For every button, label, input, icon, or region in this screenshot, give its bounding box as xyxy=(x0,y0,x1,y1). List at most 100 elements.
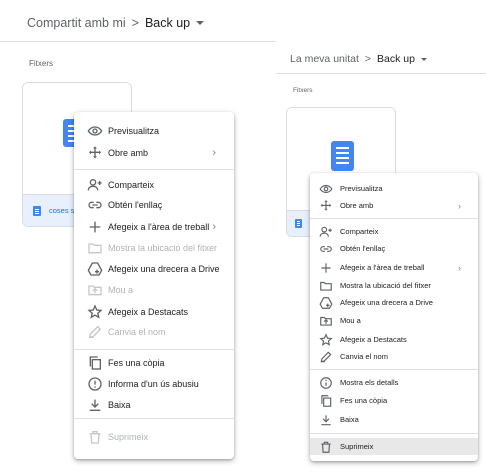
trash-icon xyxy=(87,429,103,445)
menu-item-label: Obtén l'enllaç xyxy=(108,200,163,210)
menu-item-label: Obre amb xyxy=(108,148,149,158)
eye-icon xyxy=(87,123,103,139)
menu-item-baixa[interactable]: Baixa xyxy=(74,395,234,415)
menu-divider xyxy=(74,349,234,350)
header-divider xyxy=(276,73,486,74)
menu-item-fes-una-copia[interactable]: Fes una còpia xyxy=(310,392,478,409)
left-panel: Compartit amb mi > Back up Fitxers coses… xyxy=(0,0,276,473)
menu-item-afegeix-a-destacats[interactable]: Afegeix a Destacats xyxy=(310,331,478,348)
menu-item-label: Mou a xyxy=(108,285,134,295)
menu-item-baixa[interactable]: Baixa xyxy=(310,411,478,428)
breadcrumb-current[interactable]: Back up xyxy=(377,53,415,65)
eye-icon xyxy=(319,182,333,196)
menu-item-previsualitza[interactable]: Previsualitza xyxy=(310,180,478,197)
context-menu: Previsualitza Obre amb › Comparteix Obtén l'… xyxy=(74,112,234,459)
menu-item-afegeix-a-destacats[interactable]: Afegeix a Destacats xyxy=(74,302,234,322)
menu-item-obten-l-enllac[interactable]: Obtén l'enllaç xyxy=(74,195,234,215)
chevron-right-icon: › xyxy=(458,200,461,211)
menu-item-label: Baixa xyxy=(340,415,359,424)
copy-icon xyxy=(87,355,103,371)
menu-item-canvia-el-nom[interactable]: Canvia el nom xyxy=(310,348,478,365)
section-label-files: Fitxers xyxy=(293,87,313,94)
star-icon xyxy=(87,304,103,320)
info-icon xyxy=(319,376,333,390)
folder-icon xyxy=(319,279,333,293)
menu-item-canvia-el-nom[interactable]: Canvia el nom xyxy=(74,322,234,342)
menu-item-label: Afegeix a Destacats xyxy=(340,335,407,344)
star-icon xyxy=(319,332,333,347)
chevron-right-icon: › xyxy=(212,147,216,159)
menu-item-afegeix-a-l-area-de-treball[interactable]: Afegeix a l'àrea de treball › xyxy=(74,217,234,237)
pencil-icon xyxy=(87,324,103,340)
menu-item-mou-a[interactable]: Mou a xyxy=(74,280,234,300)
menu-item-label: Fes una còpia xyxy=(108,358,165,368)
breadcrumb: Compartit amb mi > Back up xyxy=(27,16,205,30)
menu-item-obten-l-enllac[interactable]: Obtén l'enllaç xyxy=(310,240,478,257)
move-to-icon xyxy=(87,282,103,298)
download-icon xyxy=(319,413,333,427)
menu-item-label: Afegeix a l'àrea de treball xyxy=(108,222,210,232)
drive-shortcut-icon xyxy=(319,296,333,310)
menu-item-suprimeix[interactable]: Suprimeix xyxy=(74,427,234,447)
menu-item-mostra-la-ubicacio-del-fitxer[interactable]: Mostra la ubicació del fitxer xyxy=(310,277,478,294)
menu-divider xyxy=(74,169,234,170)
move-arrows-icon xyxy=(319,199,333,213)
menu-item-label: Mostra la ubicació del fitxer xyxy=(108,243,218,253)
breadcrumb-parent[interactable]: Compartit amb mi xyxy=(27,16,126,30)
folder-icon xyxy=(87,240,103,256)
menu-item-label: Fes una còpia xyxy=(340,396,388,405)
menu-item-label: Afegeix a Destacats xyxy=(108,307,189,317)
menu-item-informa-d-un-us-abusiu[interactable]: Informa d'un ús abusiu xyxy=(74,374,234,394)
report-icon xyxy=(87,376,103,392)
menu-item-mostra-la-ubicacio-del-fitxer[interactable]: Mostra la ubicació del fitxer xyxy=(74,238,234,258)
menu-item-label: Suprimeix xyxy=(108,432,149,442)
add-person-icon xyxy=(319,225,333,239)
menu-item-label: Canvia el nom xyxy=(340,352,388,361)
menu-item-label: Comparteix xyxy=(340,227,379,236)
menu-item-label: Suprimeix xyxy=(340,442,374,451)
add-person-icon xyxy=(87,177,103,193)
chevron-right-icon: › xyxy=(212,221,216,233)
breadcrumb-separator: > xyxy=(364,53,372,65)
menu-item-mostra-els-detalls[interactable]: Mostra els detalls xyxy=(310,374,478,391)
menu-item-fes-una-copia[interactable]: Fes una còpia xyxy=(74,353,234,373)
menu-item-afegeix-a-l-area-de-treball[interactable]: Afegeix a l'àrea de treball › xyxy=(310,259,478,276)
menu-item-mou-a[interactable]: Mou a xyxy=(310,312,478,329)
pencil-icon xyxy=(319,350,333,364)
plus-icon xyxy=(319,261,333,275)
breadcrumb-separator: > xyxy=(131,16,139,30)
menu-item-label: Afegeix a l'àrea de treball xyxy=(340,263,425,272)
docs-icon xyxy=(331,141,354,171)
file-name: coses s xyxy=(49,206,75,215)
caret-down-icon[interactable] xyxy=(420,57,427,61)
breadcrumb-current[interactable]: Back up xyxy=(145,16,190,30)
context-menu: Previsualitza Obre amb › Comparteix Obtén l'… xyxy=(310,173,478,461)
menu-item-label: Comparteix xyxy=(108,180,155,190)
menu-item-obre-amb[interactable]: Obre amb › xyxy=(74,143,234,163)
menu-item-comparteix[interactable]: Comparteix xyxy=(74,175,234,195)
move-to-icon xyxy=(319,314,333,328)
menu-item-comparteix[interactable]: Comparteix xyxy=(310,223,478,240)
caret-down-icon[interactable] xyxy=(196,21,205,25)
menu-item-afegeix-una-drecera-a-drive[interactable]: Afegeix una drecera a Drive xyxy=(74,259,234,279)
menu-item-label: Previsualitza xyxy=(340,184,383,193)
menu-item-label: Afegeix una drecera a Drive xyxy=(340,298,433,307)
breadcrumb-parent[interactable]: La meva unitat xyxy=(290,53,359,65)
menu-item-obre-amb[interactable]: Obre amb › xyxy=(310,197,478,214)
menu-item-label: Mostra els detalls xyxy=(340,378,399,387)
menu-item-label: Obtén l'enllaç xyxy=(340,244,386,253)
copy-icon xyxy=(319,394,333,408)
menu-divider xyxy=(310,218,478,219)
breadcrumb: La meva unitat > Back up xyxy=(290,53,427,65)
download-icon xyxy=(87,397,103,413)
menu-item-suprimeix[interactable]: Suprimeix xyxy=(310,438,478,455)
menu-divider xyxy=(310,369,478,370)
docs-small-icon xyxy=(33,205,41,216)
menu-item-label: Obre amb xyxy=(340,201,374,210)
menu-item-label: Mou a xyxy=(340,316,361,325)
menu-item-label: Mostra la ubicació del fitxer xyxy=(340,281,431,290)
menu-item-afegeix-una-drecera-a-drive[interactable]: Afegeix una drecera a Drive xyxy=(310,294,478,311)
menu-item-label: Afegeix una drecera a Drive xyxy=(108,264,220,274)
plus-icon xyxy=(87,219,103,235)
menu-item-previsualitza[interactable]: Previsualitza xyxy=(74,121,234,141)
